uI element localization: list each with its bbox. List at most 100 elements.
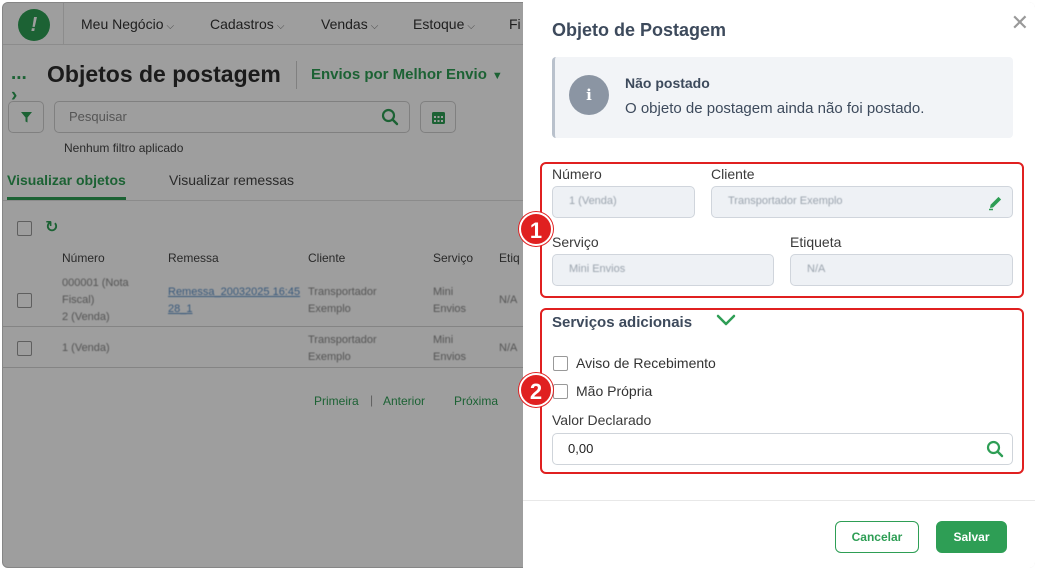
caret-down-icon: ▼ [491,70,503,82]
chevron-down-icon: ⌵ [467,21,475,32]
menu-label: Cadastros [210,16,274,32]
row-checkbox[interactable] [17,293,32,308]
column-header-remessa[interactable]: Remessa [168,251,219,265]
table-row[interactable]: 000001 (Nota Fiscal) 2 (Venda) Remessa_200… [3,273,525,327]
numero-line: Fiscal) [62,294,95,306]
valor-declarado-field[interactable] [552,433,1013,465]
panel-title: Objeto de Postagem [552,20,727,40]
chevron-down-icon: ⌵ [276,21,285,32]
cell-servico: Mini Envios [433,284,466,318]
status-description: O objeto de postagem ainda não foi posta… [625,100,925,117]
footer-divider [523,500,1035,501]
servico-line: Envios [433,351,467,363]
calendar-button[interactable] [420,101,456,133]
pager-separator: | [370,393,374,407]
tab-visualizar-objetos[interactable]: Visualizar objetos [7,172,126,200]
servico-value: Mini Envios [569,263,626,275]
chevron-down-icon[interactable] [716,313,736,327]
menu-financeiro[interactable]: Fi [509,3,521,45]
numero-line: 2 (Venda) [62,311,110,323]
numero-field: 1 (Venda) [552,186,695,218]
cliente-line: Transportador [308,334,377,346]
cell-cliente: Transportador Exemplo [308,284,377,318]
cliente-label: Cliente [711,166,755,182]
info-icon: i [569,75,609,115]
save-button[interactable]: Salvar [936,521,1007,553]
servico-label: Serviço [552,234,599,250]
app-logo[interactable]: ! [18,9,50,41]
cliente-value: Transportador Exemplo [728,195,843,207]
envios-label: Envios por Melhor Envio [311,66,487,83]
servico-line: Mini [433,286,454,298]
table-row[interactable]: 1 (Venda) Transportador Exemplo Mini Envio… [3,328,525,368]
pager-next[interactable]: Próxima [454,394,498,408]
calendar-icon [432,112,445,124]
status-title: Não postado [625,75,710,91]
logo-divider [63,3,64,45]
refresh-icon[interactable]: ↻ [45,217,58,237]
close-icon[interactable]: ✕ [1011,10,1029,36]
column-header-etiqueta[interactable]: Etiq [499,251,520,265]
no-filter-text: Nenhum filtro aplicado [64,141,184,155]
tab-visualizar-remessas[interactable]: Visualizar remessas [169,172,294,188]
title-divider [296,61,297,89]
objeto-postagem-panel: Objeto de Postagem ✕ i Não postado O obj… [523,2,1035,568]
filter-icon [20,112,32,123]
valor-declarado-label: Valor Declarado [552,412,652,428]
numero-label: Número [552,166,602,182]
search-box[interactable] [54,101,410,133]
column-header-servico[interactable]: Serviço [433,251,473,265]
mao-propria-label: Mão Própria [576,383,653,399]
menu-label: Fi [509,16,521,32]
valor-declarado-input[interactable] [568,441,948,456]
cliente-line: Exemplo [308,303,351,315]
remessa-line: 28_1 [168,303,193,315]
annotation-badge-1: 1 [519,212,553,246]
servico-field: Mini Envios [552,254,774,286]
numero-line: 000001 (Nota [62,277,129,289]
tab-bar: Visualizar objetos Visualizar remessas [3,163,525,201]
chevron-down-icon: ⌵ [370,21,379,32]
menu-cadastros[interactable]: Cadastros ⌵ [210,3,284,45]
cliente-field: Transportador Exemplo [711,186,1013,218]
filter-button[interactable] [8,101,44,133]
aviso-recebimento-checkbox[interactable] [553,356,568,371]
cliente-line: Exemplo [308,351,351,363]
pager-previous[interactable]: Anterior [383,394,425,408]
aviso-recebimento-label: Aviso de Recebimento [576,355,716,371]
row-checkbox[interactable] [17,341,32,356]
search-input[interactable] [69,109,369,124]
search-icon[interactable] [986,440,1004,458]
remessa-line: Remessa_20032025 16:45 [168,286,301,298]
menu-vendas[interactable]: Vendas ⌵ [321,3,378,45]
status-info-card: i Não postado O objeto de postagem ainda… [552,57,1013,138]
cell-servico: Mini Envios [433,332,466,366]
cell-etiqueta: N/A [499,294,518,306]
cancel-button[interactable]: Cancelar [835,521,919,553]
pager-first[interactable]: Primeira [314,394,359,408]
cell-numero: 1 (Venda) [62,342,110,354]
select-all-checkbox[interactable] [17,221,32,236]
menu-label: Vendas [321,16,368,32]
page-title: Objetos de postagem [47,61,281,87]
servico-line: Mini [433,334,454,346]
cell-cliente: Transportador Exemplo [308,332,377,366]
breadcrumb-text: ... [11,63,27,84]
search-icon[interactable] [381,108,399,126]
chevron-down-icon: ⌵ [166,21,175,32]
menu-meu-negocio[interactable]: Meu Negócio ⌵ [81,3,174,45]
mao-propria-checkbox[interactable] [553,384,568,399]
cliente-line: Transportador [308,286,377,298]
cell-remessa-link[interactable]: Remessa_20032025 16:45 28_1 [168,284,300,318]
menu-label: Meu Negócio [81,16,164,32]
pencil-icon[interactable] [987,194,1004,211]
etiqueta-field: N/A [790,254,1013,286]
cell-numero: 000001 (Nota Fiscal) 2 (Venda) [62,275,129,326]
servico-line: Envios [433,303,467,315]
column-header-numero[interactable]: Número [62,251,105,265]
menu-estoque[interactable]: Estoque ⌵ [413,3,475,45]
envios-dropdown[interactable]: Envios por Melhor Envio ▼ [311,66,503,83]
column-header-cliente[interactable]: Cliente [308,251,345,265]
menu-label: Estoque [413,16,465,32]
servicos-adicionais-title[interactable]: Serviços adicionais [552,314,692,331]
